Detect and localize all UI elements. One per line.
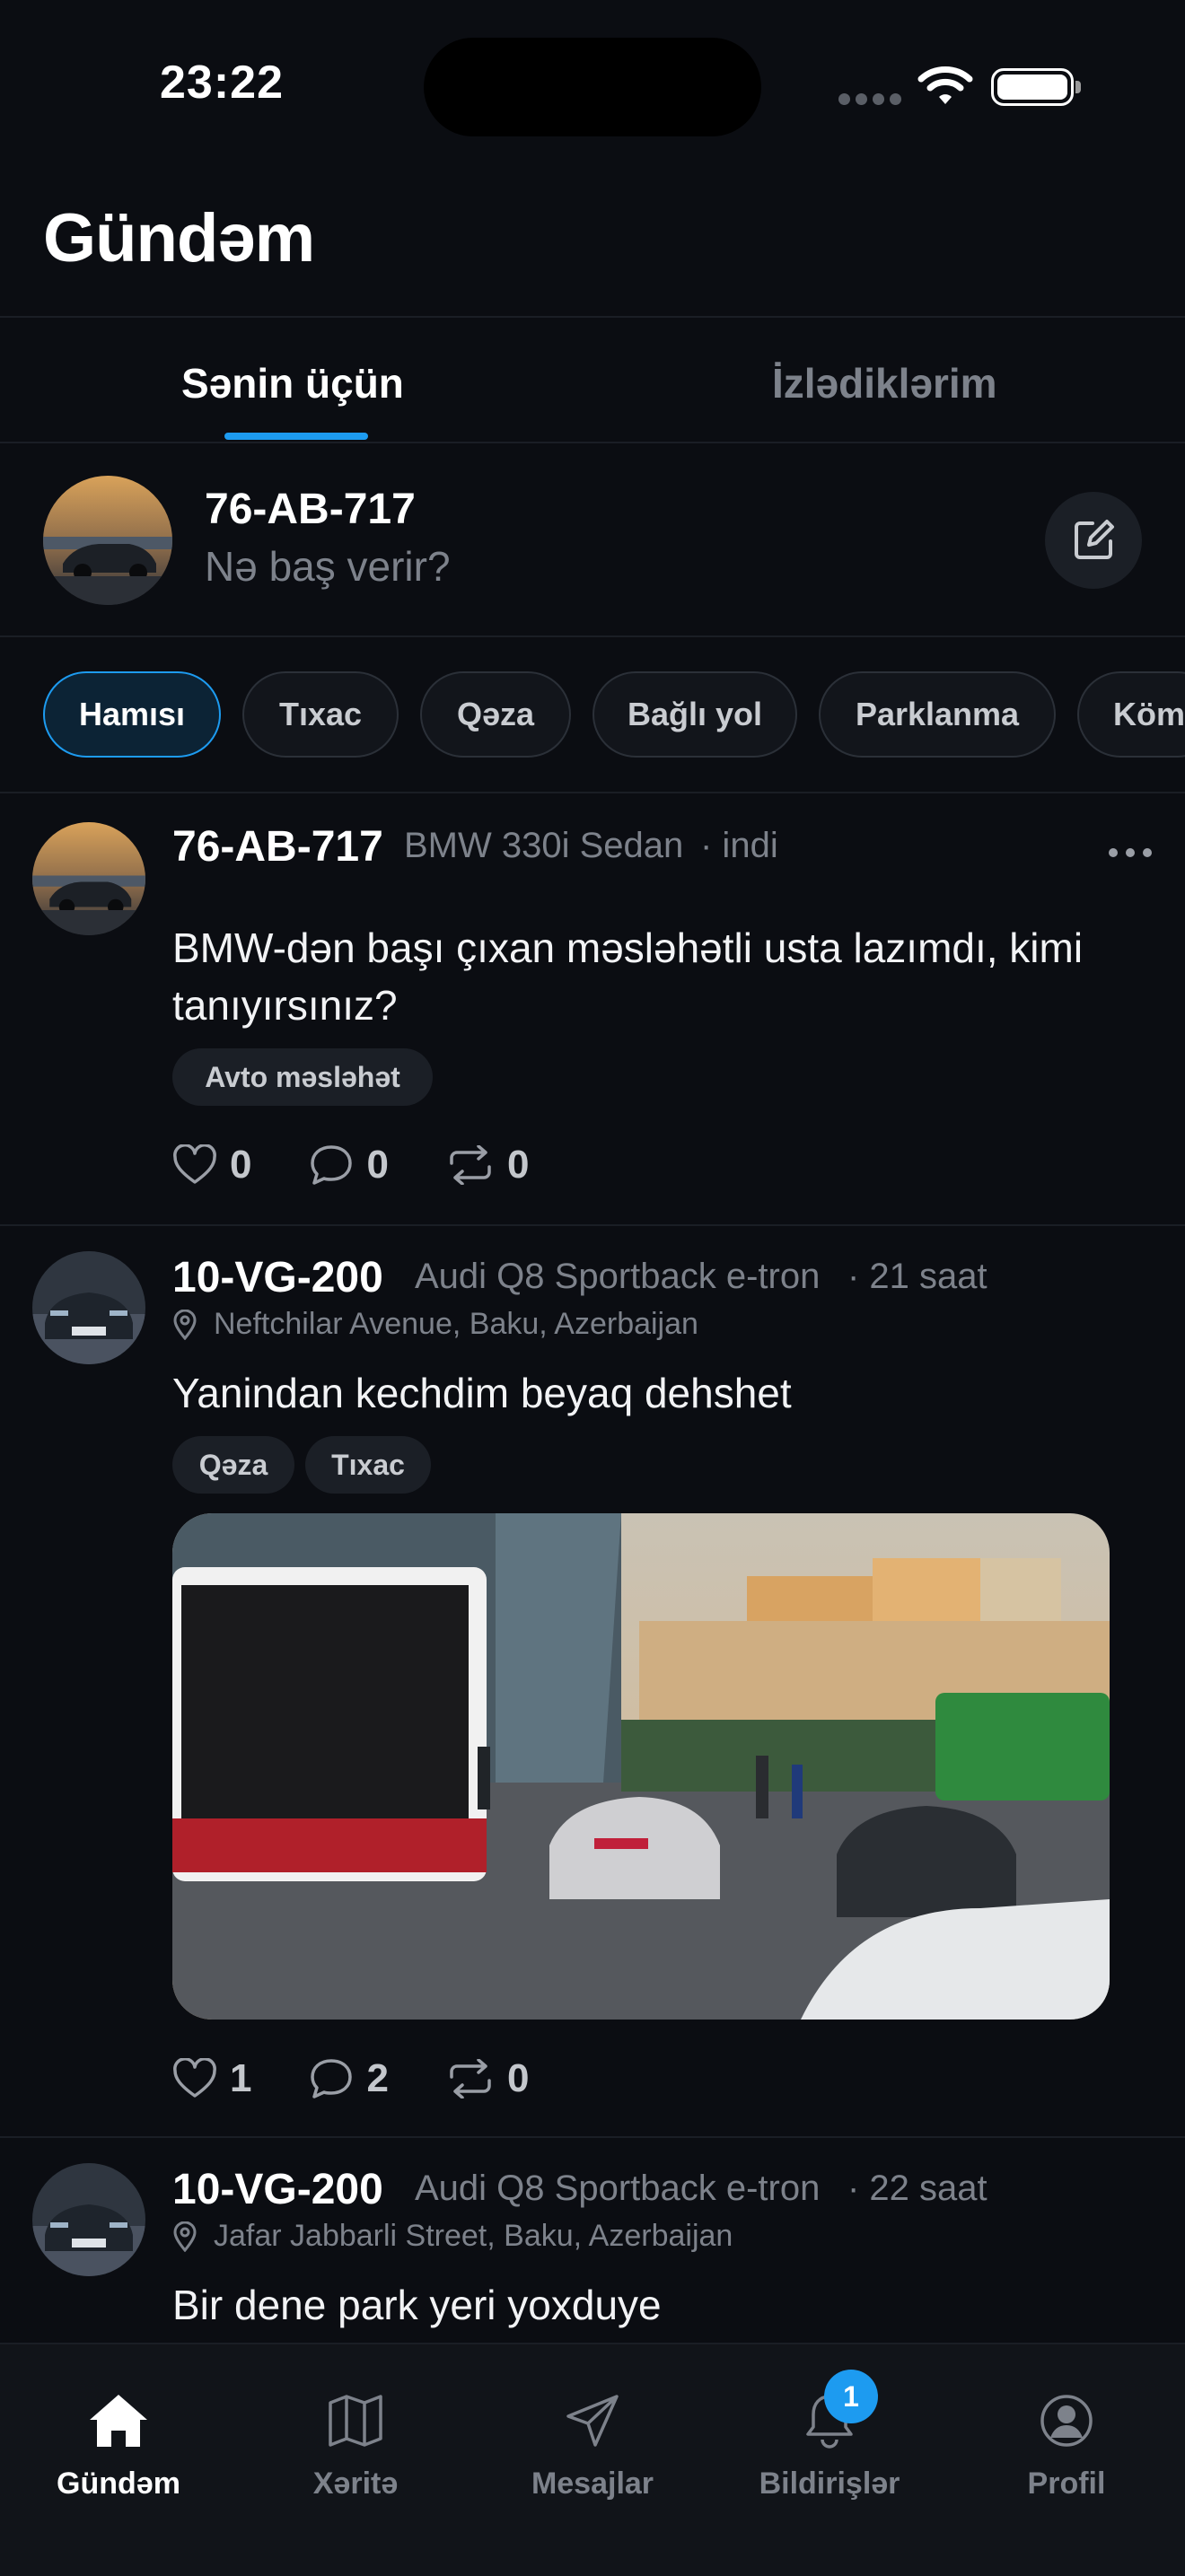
repost-button[interactable]: 0 — [446, 1143, 529, 1187]
post-time: · indi — [700, 826, 778, 865]
post-photo[interactable] — [172, 1513, 1110, 2020]
header-divider — [0, 316, 1185, 318]
comment-icon — [311, 2059, 353, 2098]
repost-icon — [450, 2059, 491, 2098]
comment-button[interactable]: 2 — [309, 2056, 389, 2101]
filter-parking[interactable]: Parklanma — [819, 671, 1056, 758]
bottom-tab-bar: Gündəm Xəritə Mesajlar Bildirişlər Profi… — [0, 2343, 1185, 2576]
dynamic-island — [424, 38, 761, 136]
status-bar: 23:22 — [0, 0, 1185, 162]
post-location: Neftchilar Avenue, Baku, Azerbaijan — [172, 1307, 698, 1342]
page-title: Gündəm — [43, 200, 315, 276]
filter-all[interactable]: Hamısı — [43, 671, 221, 758]
post-avatar[interactable] — [32, 822, 145, 935]
filter-traffic[interactable]: Tıxac — [242, 671, 399, 758]
send-icon — [566, 2395, 619, 2447]
nav-feed-label: Gündəm — [57, 2466, 180, 2501]
location-pin-icon — [173, 1309, 197, 1340]
comment-icon — [311, 1145, 353, 1185]
nav-map[interactable]: Xəritə — [266, 2389, 445, 2502]
post-avatar[interactable] — [32, 1251, 145, 1364]
post-divider — [0, 2136, 1185, 2138]
comment-button[interactable]: 0 — [309, 1143, 389, 1187]
nav-profile-label: Profil — [1027, 2466, 1106, 2501]
post-text: Yanindan kechdim beyaq dehshet — [172, 1370, 792, 1416]
like-count: 0 — [230, 1143, 252, 1187]
comment-count: 0 — [366, 1143, 389, 1187]
profile-icon — [1040, 2395, 1093, 2447]
post-avatar[interactable] — [32, 2163, 145, 2276]
compose-button[interactable] — [1045, 492, 1142, 589]
nav-notifications-label: Bildirişlər — [759, 2466, 900, 2501]
map-icon — [329, 2395, 382, 2447]
post-time: · 21 saat — [847, 1257, 988, 1296]
nav-feed[interactable]: Gündəm — [29, 2389, 208, 2502]
repost-count: 0 — [506, 2056, 530, 2100]
like-button[interactable]: 0 — [172, 1143, 251, 1187]
wifi-icon — [917, 66, 973, 104]
heart-icon — [173, 1144, 216, 1184]
tabs-divider — [0, 442, 1185, 443]
home-icon — [90, 2395, 147, 2447]
filters-divider — [0, 792, 1185, 793]
filter-closed-road[interactable]: Bağlı yol — [592, 671, 797, 758]
post-time: · 22 saat — [847, 2169, 988, 2208]
repost-count: 0 — [506, 1143, 530, 1187]
post-car-model: BMW 330i Sedan — [404, 826, 684, 865]
filter-help[interactable]: Köm — [1077, 671, 1185, 758]
cellular-signal-icon — [838, 93, 901, 106]
post-text: Bir dene park yeri yoxduye — [172, 2282, 662, 2328]
status-time: 23:22 — [160, 57, 284, 109]
post-location: Jafar Jabbarli Street, Baku, Azerbaijan — [172, 2219, 733, 2254]
like-button[interactable]: 1 — [172, 2056, 251, 2101]
post-car-model: Audi Q8 Sportback e-tron — [415, 2169, 821, 2208]
nav-map-label: Xəritə — [312, 2466, 399, 2501]
comment-count: 2 — [366, 2056, 389, 2100]
location-pin-icon — [173, 2221, 197, 2252]
more-options-icon[interactable] — [1108, 846, 1153, 860]
tab-following[interactable]: İzlədiklərim — [772, 359, 997, 407]
compose-icon — [1075, 520, 1114, 559]
post-tag[interactable]: Avto məsləhət — [172, 1048, 433, 1106]
post-plate[interactable]: 10-VG-200 — [172, 2165, 383, 2214]
post-tag[interactable]: Qəza — [172, 1436, 294, 1494]
post-location-text: Jafar Jabbarli Street, Baku, Azerbaijan — [214, 2219, 733, 2253]
active-tab-indicator — [224, 433, 368, 440]
filter-accident[interactable]: Qəza — [420, 671, 571, 758]
nav-messages[interactable]: Mesajlar — [503, 2389, 682, 2502]
post-plate[interactable]: 10-VG-200 — [172, 1253, 383, 1302]
post-actions: 1 2 0 — [172, 2052, 586, 2106]
composer-plate: 76-AB-717 — [205, 486, 416, 533]
notification-badge: 1 — [824, 2370, 878, 2423]
tab-for-you[interactable]: Sənin üçün — [181, 359, 404, 407]
composer-prompt[interactable]: Nə baş verir? — [205, 542, 451, 591]
post-divider — [0, 1224, 1185, 1226]
post-location-text: Neftchilar Avenue, Baku, Azerbaijan — [214, 1307, 698, 1341]
nav-messages-label: Mesajlar — [531, 2466, 654, 2501]
composer-divider — [0, 635, 1185, 637]
battery-icon — [991, 68, 1081, 106]
post-car-model: Audi Q8 Sportback e-tron — [415, 1257, 821, 1296]
heart-icon — [173, 2058, 216, 2098]
post-text: BMW-dən başı çıxan məsləhətli usta lazım… — [172, 924, 1084, 1029]
post-plate[interactable]: 76-AB-717 — [172, 822, 383, 872]
repost-button[interactable]: 0 — [446, 2056, 529, 2101]
post-actions: 0 0 0 — [172, 1138, 586, 1192]
repost-icon — [450, 1145, 491, 1185]
post-tag[interactable]: Tıxac — [305, 1436, 431, 1494]
composer-avatar[interactable] — [43, 476, 172, 605]
nav-profile[interactable]: Profil — [977, 2389, 1156, 2502]
like-count: 1 — [230, 2056, 252, 2100]
